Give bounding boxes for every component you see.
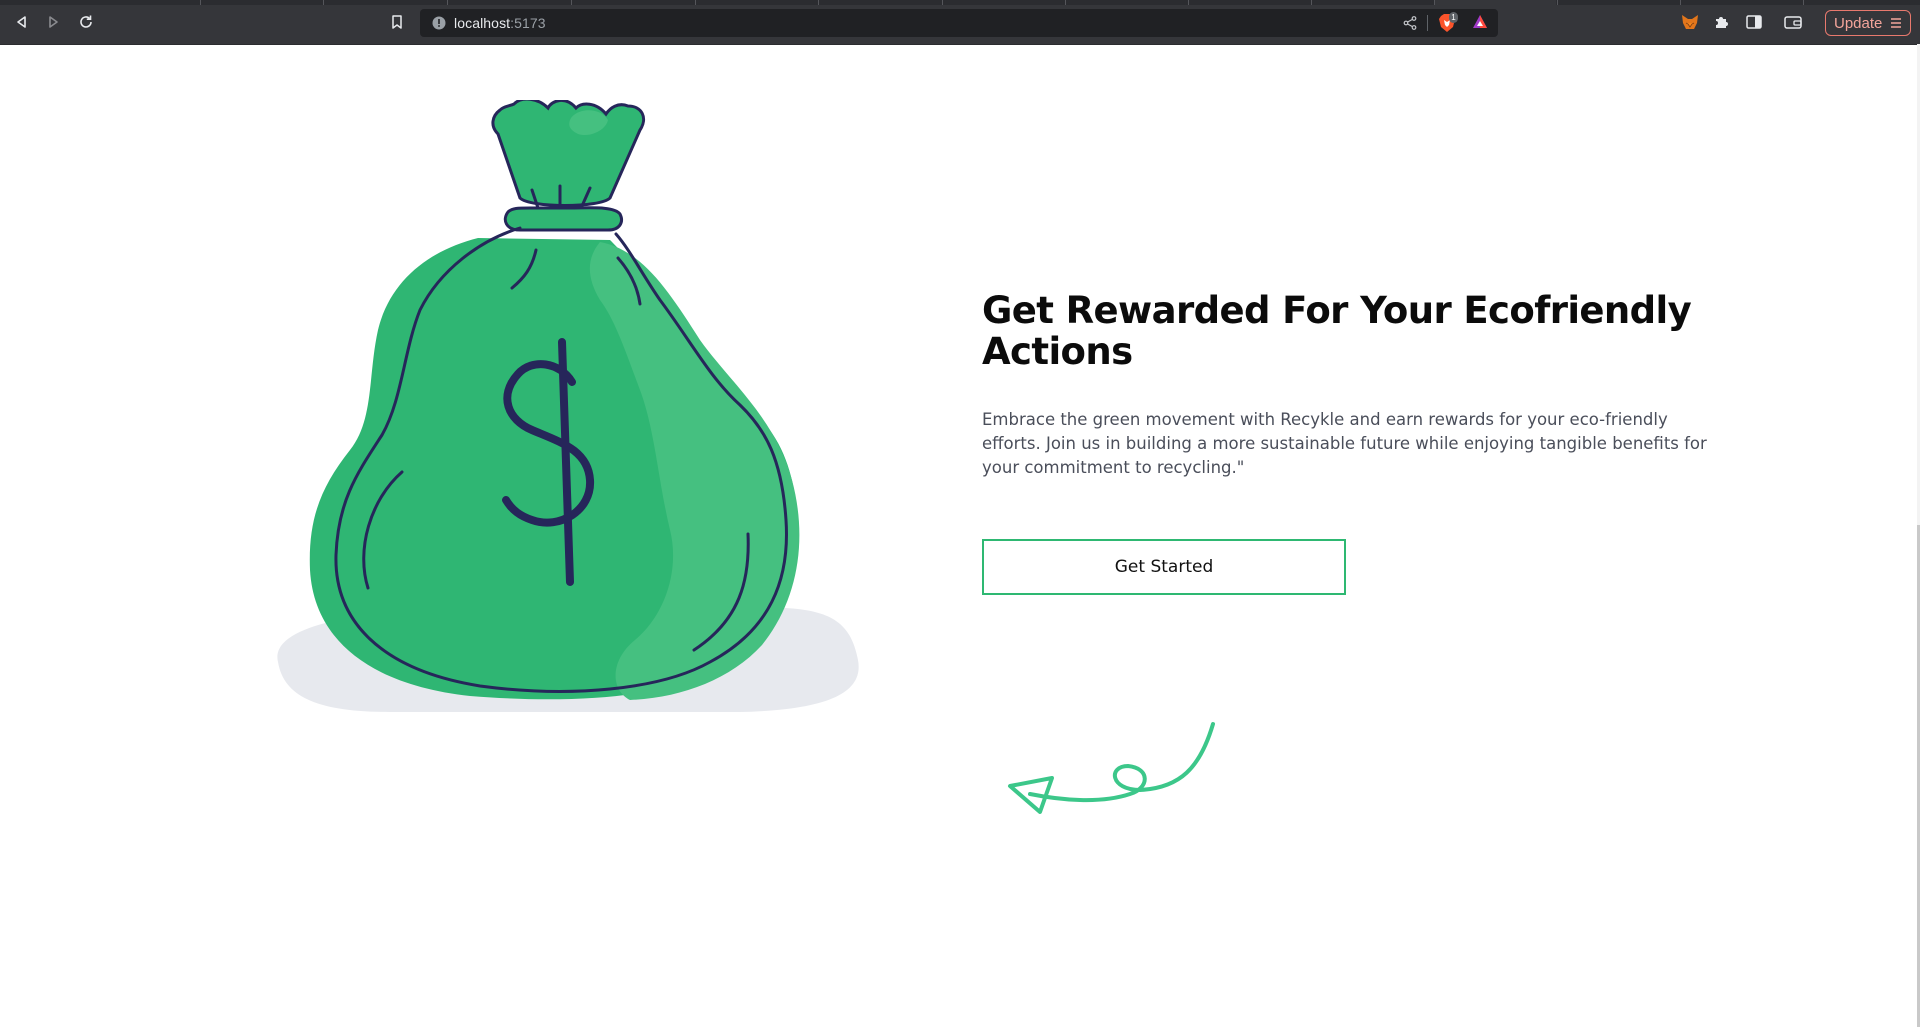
bookmark-icon — [392, 15, 402, 29]
tab-divider — [1557, 0, 1558, 5]
back-icon — [17, 16, 26, 28]
address-bar[interactable]: localhost:5173 1 — [420, 9, 1498, 37]
rewards-triangle-icon — [1473, 15, 1487, 28]
tab-divider — [1188, 0, 1189, 5]
hero-description: Embrace the green movement with Recykle … — [982, 410, 1707, 477]
url-host: localhost — [454, 15, 511, 31]
tab-divider — [695, 0, 696, 5]
brave-rewards-button[interactable] — [1472, 14, 1490, 32]
tab-divider — [818, 0, 819, 5]
sidebar-button[interactable] — [1745, 13, 1763, 31]
metamask-extension[interactable] — [1681, 13, 1699, 31]
brave-shields-button[interactable]: 1 — [1438, 12, 1458, 33]
tab-divider — [571, 0, 572, 5]
forward-button[interactable] — [43, 12, 63, 32]
reload-icon — [80, 15, 92, 28]
puzzle-icon — [1716, 17, 1728, 28]
sidebar-icon — [1746, 15, 1762, 29]
bag-knot — [503, 206, 623, 232]
forward-icon — [49, 16, 58, 28]
urlbar-divider — [1427, 15, 1428, 31]
update-label: Update — [1834, 14, 1883, 32]
share-icon[interactable] — [1403, 16, 1417, 30]
menu-icon — [1891, 18, 1901, 28]
hero-title: Get Rewarded For Your Ecofriendly Action… — [982, 289, 1692, 373]
get-started-button[interactable]: Get Started — [982, 539, 1346, 595]
reload-button[interactable] — [76, 12, 96, 32]
tab-active[interactable] — [1435, 0, 1556, 5]
shields-count-badge: 1 — [1449, 12, 1458, 23]
tab-divider — [447, 0, 448, 5]
url-text[interactable]: localhost:5173 — [454, 15, 546, 31]
curly-arrow-icon — [1008, 722, 1215, 814]
wallet-button[interactable] — [1784, 13, 1802, 31]
fox-icon — [1682, 15, 1698, 29]
extensions-button[interactable] — [1713, 13, 1731, 31]
tab-divider — [1803, 0, 1804, 5]
url-port: :5173 — [510, 15, 546, 31]
back-button[interactable] — [12, 12, 32, 32]
tab-divider — [1680, 0, 1681, 5]
money-bag-illustration — [277, 100, 859, 712]
tab-divider — [1065, 0, 1066, 5]
wallet-icon — [1784, 16, 1802, 29]
bookmark-button[interactable] — [387, 12, 407, 32]
browser-toolbar: localhost:5173 1 Update — [0, 0, 1920, 45]
hero-text-block: Get Rewarded For Your Ecofriendly Action… — [982, 290, 1722, 480]
tab-divider — [323, 0, 324, 5]
update-button[interactable]: Update — [1825, 10, 1911, 36]
tab-strip — [0, 0, 1920, 5]
tab-divider — [942, 0, 943, 5]
info-icon[interactable] — [432, 16, 446, 30]
tab-divider — [1311, 0, 1312, 5]
bag-top — [491, 100, 645, 207]
tab-divider — [200, 0, 201, 5]
